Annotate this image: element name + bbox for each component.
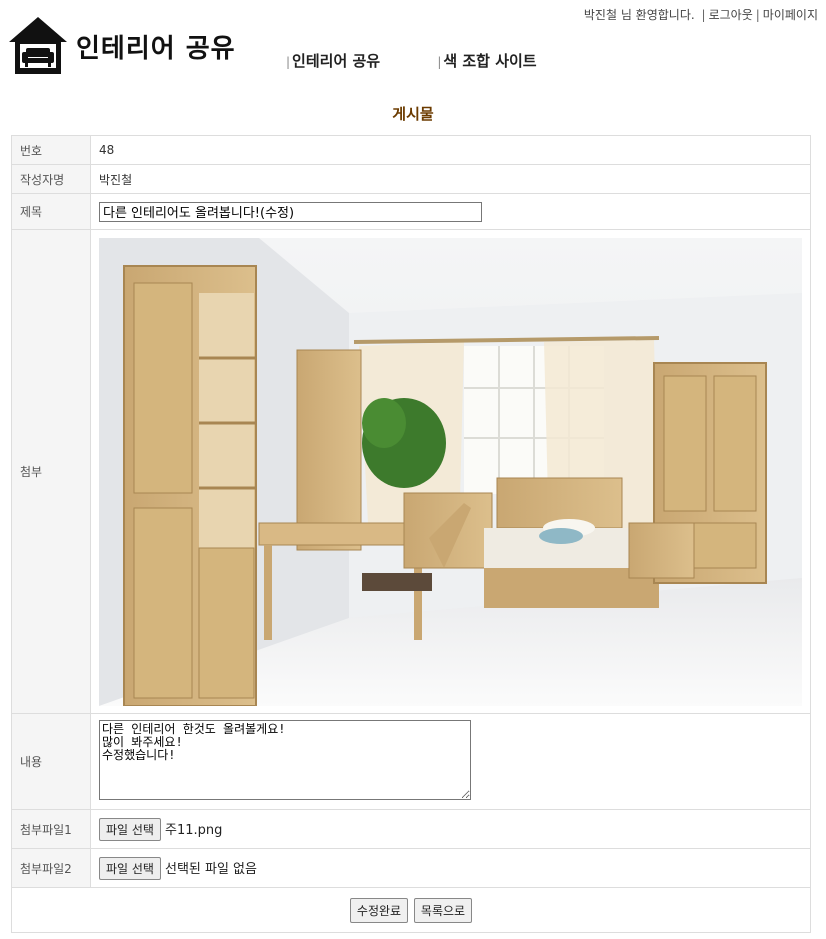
file2-label: 첨부파일2 [11,848,91,888]
mypage-link[interactable]: 마이페이지 [763,8,818,22]
file1-label: 첨부파일1 [11,809,91,849]
content-textarea[interactable]: 다른 인테리어 한것도 올려볼게요! 많이 봐주세요! 수정했습니다! [99,720,471,800]
top-user-bar: 박진철 님 환영합니다. | 로그아웃 | 마이페이지 [584,6,818,23]
nav-label: 색 조합 사이트 [443,52,537,70]
main-nav: | 인테리어 공유 | 색 조합 사이트 [286,50,589,71]
table-row: 첨부파일2 파일 선택 선택된 파일 없음 [11,848,811,888]
table-row: 작성자명 박진철 [11,164,811,194]
file1-choose-button[interactable]: 파일 선택 [99,817,161,841]
subject-input[interactable] [99,201,482,222]
table-row: 제목 [11,193,811,230]
back-to-list-button[interactable]: 목록으로 [413,897,473,923]
separator: | [755,8,760,22]
subject-cell [90,193,811,230]
file1-name: 주11.png [164,822,223,838]
page-title: 게시물 [392,105,434,123]
nav-label: 인테리어 공유 [292,52,381,70]
nav-bar: | [286,55,291,69]
subject-label: 제목 [11,193,91,230]
post-edit-table: 번호 48 작성자명 박진철 제목 첨부 [11,135,811,933]
table-row: 번호 48 [11,135,811,165]
author-value: 박진철 [90,164,811,194]
number-value: 48 [90,135,811,165]
welcome-text: 박진철 님 환영합니다. [583,8,695,22]
file2-cell: 파일 선택 선택된 파일 없음 [90,848,811,888]
table-row: 첨부파일1 파일 선택 주11.png [11,809,811,849]
attached-image [99,238,802,706]
number-label: 번호 [11,135,91,165]
logout-link[interactable]: 로그아웃 [709,8,753,22]
file2-name: 선택된 파일 없음 [164,861,257,877]
nav-bar: | [437,55,442,69]
bedroom-photo [99,238,802,706]
attachment-label: 첨부 [11,229,91,714]
attachment-cell [90,229,811,714]
file2-choose-button[interactable]: 파일 선택 [99,856,161,880]
nav-item-color-site[interactable]: | 색 조합 사이트 [437,50,536,71]
submit-edit-button[interactable]: 수정완료 [349,897,409,923]
file1-cell: 파일 선택 주11.png [90,809,811,849]
table-row: 내용 다른 인테리어 한것도 올려볼게요! 많이 봐주세요! 수정했습니다! [11,713,811,810]
author-label: 작성자명 [11,164,91,194]
logo-text[interactable]: 인테리어 공유 [76,28,236,65]
content-label: 내용 [11,713,91,810]
nav-item-interior-share[interactable]: | 인테리어 공유 [286,50,380,71]
table-row: 수정완료 목록으로 [11,887,811,933]
button-cell: 수정완료 목록으로 [11,887,811,933]
house-sofa-logo-icon[interactable] [7,14,69,76]
table-row: 첨부 [11,229,811,714]
content-cell: 다른 인테리어 한것도 올려볼게요! 많이 봐주세요! 수정했습니다! [90,713,811,810]
separator: | [701,8,706,22]
